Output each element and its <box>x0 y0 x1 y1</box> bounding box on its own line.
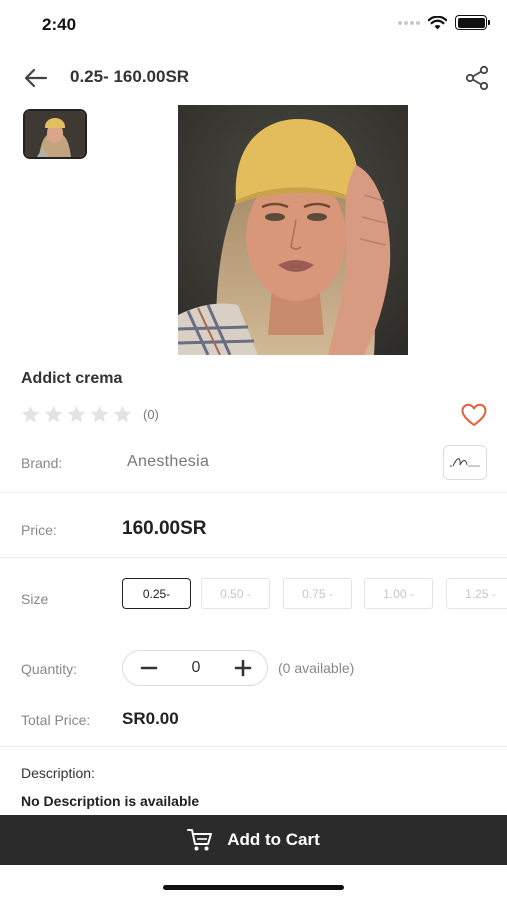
size-option-selected[interactable]: 0.25- <box>122 578 191 609</box>
size-option[interactable]: 1.25 - <box>446 578 507 609</box>
minus-icon[interactable] <box>139 658 159 678</box>
product-photo <box>178 105 408 355</box>
brand-name[interactable]: Anesthesia <box>127 453 209 471</box>
signal-icon <box>398 20 420 25</box>
status-time: 2:40 <box>42 15 77 34</box>
share-icon[interactable] <box>463 64 491 92</box>
wifi-icon <box>428 15 447 29</box>
total-value: SR0.00 <box>122 709 179 728</box>
brand-logo-image <box>450 457 480 467</box>
add-to-cart-button[interactable]: Add to Cart <box>0 815 507 865</box>
star-icon <box>44 405 63 423</box>
star-icon <box>67 405 86 423</box>
product-image <box>178 105 408 355</box>
star-icon <box>21 405 40 423</box>
star-icon <box>113 405 132 423</box>
home-indicator[interactable] <box>163 885 344 890</box>
quantity-value: 0 <box>191 659 201 676</box>
brand-logo[interactable] <box>443 445 487 480</box>
battery-icon <box>455 15 490 30</box>
product-name: Addict crema <box>21 370 123 387</box>
price-label: Price: <box>21 522 57 538</box>
product-thumbnail[interactable] <box>23 109 87 159</box>
rating-stars: (0) <box>20 404 159 425</box>
divider <box>0 746 507 747</box>
status-icons <box>398 15 490 30</box>
brand-label: Brand: <box>21 455 63 471</box>
status-bar: 2:40 <box>0 0 507 50</box>
header: 0.25- 160.00SR <box>0 58 507 98</box>
total-label: Total Price: <box>21 712 91 728</box>
thumbnail-image <box>25 111 85 157</box>
cart-icon <box>187 829 213 851</box>
size-label: Size <box>21 591 49 607</box>
description-text: No Description is available <box>21 793 200 809</box>
plus-icon[interactable] <box>233 658 253 678</box>
size-option[interactable]: 1.00 - <box>364 578 433 609</box>
star-icon <box>90 405 109 423</box>
page-title: 0.25- 160.00SR <box>70 67 190 86</box>
quantity-stepper: 0 <box>122 650 268 686</box>
heart-icon[interactable] <box>461 403 487 427</box>
add-to-cart-label: Add to Cart <box>227 830 320 849</box>
size-options: 0.25- 0.50 - 0.75 - 1.00 - 1.25 - <box>122 578 507 610</box>
description-label: Description: <box>21 765 95 781</box>
quantity-label: Quantity: <box>21 661 78 677</box>
quantity-available: (0 available) <box>278 660 355 676</box>
rating-count: (0) <box>143 407 159 422</box>
divider <box>0 557 507 558</box>
price-value: 160.00SR <box>122 518 207 539</box>
arrow-left-icon[interactable] <box>22 64 50 92</box>
size-option[interactable]: 0.50 - <box>201 578 270 609</box>
divider <box>0 492 507 493</box>
size-option[interactable]: 0.75 - <box>283 578 352 609</box>
